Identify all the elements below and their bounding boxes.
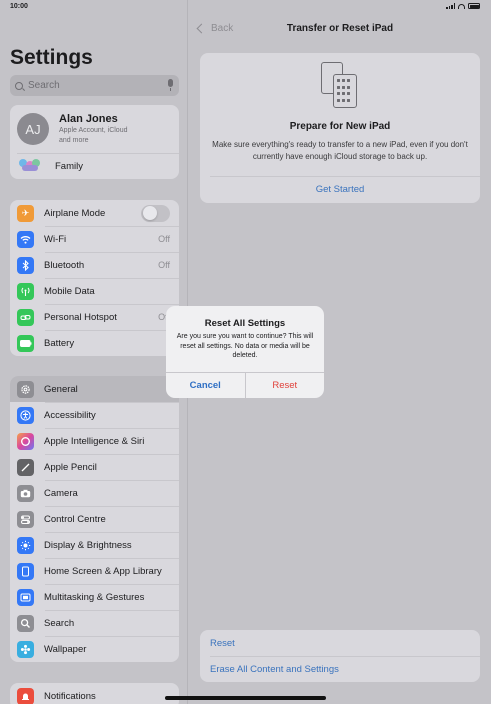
- sidebar-item-control-centre[interactable]: Control Centre: [10, 506, 179, 532]
- sidebar-item-label: Wallpaper: [44, 643, 87, 655]
- sidebar-item-accessibility[interactable]: Accessibility: [10, 402, 179, 428]
- airplane-mode-toggle[interactable]: [141, 204, 170, 222]
- family-icon: [19, 159, 41, 173]
- sidebar-item-personal-hotspot[interactable]: Personal Hotspot Off: [10, 304, 179, 330]
- sidebar-item-display-brightness[interactable]: Display & Brightness: [10, 532, 179, 558]
- sidebar-item-label: Camera: [44, 487, 78, 499]
- sidebar-item-label: Airplane Mode: [44, 207, 106, 219]
- card-title: Prepare for New iPad: [289, 121, 391, 132]
- sidebar-item-bluetooth[interactable]: Bluetooth Off: [10, 252, 179, 278]
- sidebar-item-label: Battery: [44, 337, 75, 349]
- sidebar-item-wallpaper[interactable]: Wallpaper: [10, 636, 179, 662]
- search-icon: [15, 81, 23, 90]
- family-label: Family: [55, 160, 83, 172]
- family-row[interactable]: Family: [10, 153, 179, 179]
- sidebar-item-search[interactable]: Search: [10, 610, 179, 636]
- search-field[interactable]: Search: [10, 75, 179, 96]
- alert-title: Reset All Settings: [204, 318, 286, 329]
- search-placeholder: Search: [28, 80, 60, 91]
- status-icons: [446, 3, 480, 9]
- bluetooth-icon: [17, 256, 34, 274]
- multitasking-icon: [17, 588, 34, 606]
- battery-status-icon: [468, 3, 480, 9]
- sidebar-item-label: Display & Brightness: [44, 539, 132, 551]
- brightness-icon: [17, 536, 34, 554]
- accessibility-icon: [17, 406, 34, 424]
- ipad-transfer-icon: [321, 62, 359, 110]
- sidebar-item-label: Home Screen & App Library: [44, 565, 162, 577]
- sidebar-item-label: Accessibility: [44, 409, 96, 421]
- control-centre-icon: [17, 510, 34, 528]
- hotspot-icon: [17, 308, 34, 326]
- sidebar-item-label: Search: [44, 617, 75, 629]
- sidebar-item-mobile-data[interactable]: Mobile Data: [10, 278, 179, 304]
- detail-nav-bar: Back Transfer or Reset iPad: [189, 14, 491, 44]
- battery-icon: [17, 334, 34, 352]
- sidebar-item-label: Multitasking & Gestures: [44, 591, 145, 603]
- home-screen-icon: [17, 562, 34, 580]
- wifi-status-value: Off: [158, 234, 170, 244]
- sidebar-item-camera[interactable]: Camera: [10, 480, 179, 506]
- erase-all-content-button[interactable]: Erase All Content and Settings: [200, 656, 480, 682]
- reset-options-group: Reset Erase All Content and Settings: [200, 630, 480, 682]
- wallpaper-icon: [17, 640, 34, 658]
- account-group: AJ Alan Jones Apple Account, iCloud and …: [10, 105, 179, 179]
- airplane-icon: ✈: [17, 204, 34, 222]
- bluetooth-status-value: Off: [158, 260, 170, 270]
- sidebar-item-airplane-mode[interactable]: ✈ Airplane Mode: [10, 200, 179, 226]
- connectivity-group: ✈ Airplane Mode Wi-Fi Off Bluetooth Off …: [10, 200, 179, 356]
- sidebar-item-label: Bluetooth: [44, 259, 85, 271]
- antenna-icon: [17, 282, 34, 300]
- sidebar-item-home-screen-app-library[interactable]: Home Screen & App Library: [10, 558, 179, 584]
- profile-subtitle-2: and more: [59, 136, 89, 144]
- reset-alert-dialog: Reset All Settings Are you sure you want…: [166, 306, 324, 398]
- page-title: Transfer or Reset iPad: [286, 23, 394, 34]
- avatar: AJ: [17, 113, 49, 145]
- siri-icon: [17, 432, 34, 450]
- sidebar-item-label: Apple Pencil: [44, 461, 97, 473]
- cellular-signal-icon: [446, 3, 455, 9]
- bell-icon: [17, 687, 34, 704]
- profile-row[interactable]: AJ Alan Jones Apple Account, iCloud and …: [10, 105, 179, 153]
- notifications-group: Notifications: [10, 683, 179, 704]
- cancel-button[interactable]: Cancel: [166, 373, 246, 398]
- sidebar-item-multitasking-gestures[interactable]: Multitasking & Gestures: [10, 584, 179, 610]
- sidebar-item-battery[interactable]: Battery: [10, 330, 179, 356]
- confirm-reset-button[interactable]: Reset: [246, 373, 325, 398]
- camera-icon: [17, 484, 34, 502]
- general-group: General Accessibility Apple Intelligence…: [10, 376, 179, 662]
- profile-subtitle-1: Apple Account, iCloud: [59, 126, 128, 134]
- sidebar-title: Settings: [10, 46, 93, 69]
- sidebar-item-label: Notifications: [44, 690, 96, 702]
- divider: [210, 176, 480, 177]
- sidebar-item-general[interactable]: General: [10, 376, 179, 402]
- sidebar-item-label: Personal Hotspot: [44, 311, 117, 323]
- sidebar-item-label: Wi-Fi: [44, 233, 67, 245]
- profile-name: Alan Jones: [59, 112, 118, 125]
- card-description: Make sure everything's ready to transfer…: [212, 140, 468, 161]
- microphone-icon[interactable]: [168, 79, 173, 91]
- reset-button[interactable]: Reset: [200, 630, 480, 656]
- settings-sidebar: Settings Search AJ Alan Jones Apple Acco…: [0, 0, 188, 704]
- sidebar-item-label: General: [44, 383, 78, 395]
- wifi-icon: [17, 230, 34, 248]
- magnifier-icon: [17, 614, 34, 632]
- wifi-status-icon: [458, 3, 465, 9]
- prepare-new-ipad-card: Prepare for New iPad Make sure everythin…: [200, 53, 480, 203]
- pencil-icon: [17, 458, 34, 476]
- sidebar-item-label: Mobile Data: [44, 285, 95, 297]
- sidebar-item-label: Apple Intelligence & Siri: [44, 435, 145, 447]
- sidebar-item-notifications[interactable]: Notifications: [10, 683, 179, 704]
- sidebar-item-label: Control Centre: [44, 513, 106, 525]
- sidebar-item-apple-pencil[interactable]: Apple Pencil: [10, 454, 179, 480]
- sidebar-item-apple-intelligence-siri[interactable]: Apple Intelligence & Siri: [10, 428, 179, 454]
- home-indicator[interactable]: [165, 696, 326, 700]
- sidebar-item-wifi[interactable]: Wi-Fi Off: [10, 226, 179, 252]
- get-started-button[interactable]: Get Started: [200, 184, 480, 195]
- alert-message: Are you sure you want to continue? This …: [176, 333, 314, 359]
- gear-icon: [17, 380, 34, 398]
- alert-buttons: Cancel Reset: [166, 372, 324, 398]
